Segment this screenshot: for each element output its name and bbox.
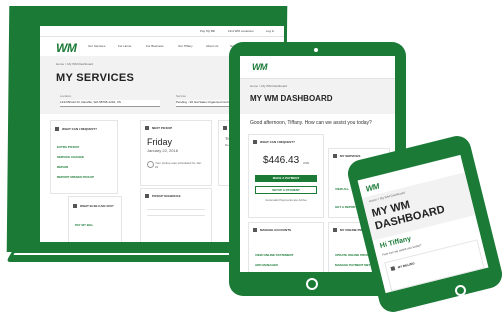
next-pickup-label: NEXT PICKUP bbox=[152, 126, 173, 130]
next-pickup-date: January 22, 2016 bbox=[147, 148, 178, 153]
nav-for-business[interactable]: For Business bbox=[146, 44, 164, 48]
make-payment-button[interactable]: MAKE A PAYMENT bbox=[255, 175, 317, 182]
tablet-home-button[interactable] bbox=[306, 278, 318, 290]
tablet-manage-card: MANAGE ACCOUNTS VIEW ONLINE STATEMENT AD… bbox=[248, 222, 324, 272]
tablet-page-title: MY WM DASHBOARD bbox=[250, 94, 333, 103]
setup-payment-button[interactable]: SETUP A PAYMENT bbox=[255, 186, 317, 194]
tablet-amount: $446.43 bbox=[263, 155, 300, 166]
phone-logo[interactable]: WM bbox=[365, 182, 380, 194]
utility-divider bbox=[40, 36, 284, 37]
check-icon bbox=[147, 161, 154, 168]
location-label: Location bbox=[60, 94, 72, 98]
location-select[interactable]: 1234 Bristol Dr, Danville, WA 98765-1234… bbox=[60, 100, 160, 107]
page-title: MY SERVICES bbox=[56, 72, 135, 84]
profile-icon bbox=[333, 228, 337, 232]
nav-for-home[interactable]: For Home bbox=[118, 44, 131, 48]
pay-my-bill-link[interactable]: PAY MY BILL bbox=[75, 223, 93, 227]
phone-billing-title: MY BILLING bbox=[397, 261, 416, 270]
tablet-logo[interactable]: WM bbox=[252, 62, 268, 72]
request-service-change[interactable]: SERVICE CHANGE bbox=[57, 155, 84, 159]
utility-nav: Pay My Bill Find WM Locations Log In bbox=[190, 29, 282, 35]
tablet-manage-title: MANAGE ACCOUNTS bbox=[260, 228, 292, 232]
request-title: WHAT CAN I REQUEST? bbox=[62, 127, 97, 131]
request-repair[interactable]: REPAIR bbox=[57, 165, 68, 169]
tablet-billing-card: WHAT CAN I REQUEST? $446.43 USD MAKE A P… bbox=[248, 134, 324, 218]
breadcrumb: Home > My WM Dashboard bbox=[56, 62, 94, 66]
request-missed-pickup[interactable]: REPORT MISSED PICKUP bbox=[57, 175, 94, 179]
tablet-greeting: Good afternoon, Tiffany. How can we assi… bbox=[250, 120, 372, 126]
else-title: WHAT ELSE CAN I DO? bbox=[80, 204, 114, 208]
billing-icon bbox=[253, 140, 257, 144]
pickup-icon bbox=[145, 126, 149, 130]
pickup-schedule-card: PICKUP SCHEDULE bbox=[140, 188, 212, 242]
else-icon bbox=[73, 204, 77, 208]
request-extra-pickup[interactable]: EXTRA PICKUP bbox=[57, 145, 79, 149]
next-pickup-day: Friday bbox=[147, 137, 173, 147]
view-online-statement-link[interactable]: VIEW ONLINE STATEMENT bbox=[255, 253, 294, 257]
pickup-schedule-label: PICKUP SCHEDULE bbox=[152, 194, 181, 198]
nav-about-us[interactable]: About Us bbox=[206, 44, 218, 48]
request-icon bbox=[55, 127, 59, 131]
tablet-services-title: MY SERVICES bbox=[340, 154, 361, 158]
get-report-link[interactable]: GET A REPORT bbox=[335, 205, 357, 209]
services-icon bbox=[333, 154, 337, 158]
laptop-hinge-line bbox=[13, 253, 261, 255]
tablet-billing-title: WHAT CAN I REQUEST? bbox=[260, 140, 295, 144]
utility-link-locations[interactable]: Find WM Locations bbox=[228, 29, 254, 33]
tablet-breadcrumb: Home > My WM Dashboard bbox=[250, 84, 288, 88]
holiday-icon bbox=[223, 126, 227, 130]
schedule-icon bbox=[145, 194, 149, 198]
add-manager-link[interactable]: ADD MANAGER bbox=[255, 263, 278, 267]
phone-home-button[interactable] bbox=[455, 285, 466, 296]
service-label: Service bbox=[176, 94, 187, 98]
tablet-camera bbox=[314, 48, 318, 52]
utility-link-login[interactable]: Log In bbox=[266, 29, 274, 33]
schedule-row-line bbox=[147, 215, 205, 216]
next-pickup-card: NEXT PICKUP Friday January 22, 2016 Your… bbox=[140, 120, 212, 186]
schedule-row-line bbox=[147, 209, 205, 210]
manage-icon bbox=[253, 228, 257, 232]
utility-link-pay[interactable]: Pay My Bill bbox=[200, 29, 215, 33]
autopay-note: Automatic Payments are Active bbox=[265, 198, 307, 202]
nav-our-services[interactable]: Our Services bbox=[88, 44, 105, 48]
tablet-amount-currency: USD bbox=[303, 161, 310, 165]
next-pickup-note: Your pickup was scheduled for Jan 22 bbox=[155, 161, 202, 169]
request-card: WHAT CAN I REQUEST? EXTRA PICKUP SERVICE… bbox=[50, 120, 118, 194]
else-card: WHAT ELSE CAN I DO? PAY MY BILL bbox=[68, 196, 122, 242]
phone-billing-icon bbox=[390, 266, 396, 272]
laptop-logo[interactable]: WM bbox=[56, 41, 77, 55]
view-all-link[interactable]: VIEW ALL bbox=[335, 187, 349, 191]
nav-our-tiffany[interactable]: Our Tiffany bbox=[178, 44, 193, 48]
